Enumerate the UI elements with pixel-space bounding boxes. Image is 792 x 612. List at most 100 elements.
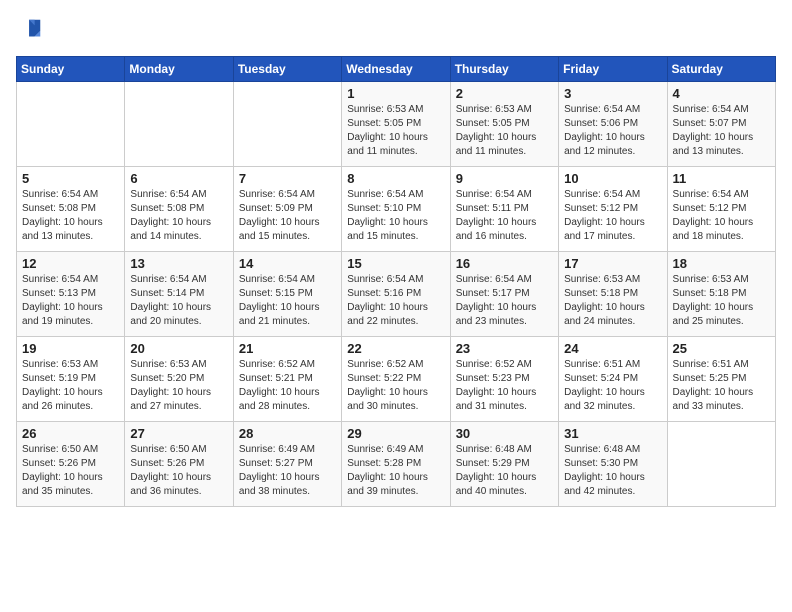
calendar-cell: 8Sunrise: 6:54 AM Sunset: 5:10 PM Daylig… xyxy=(342,167,450,252)
day-info: Sunrise: 6:54 AM Sunset: 5:12 PM Dayligh… xyxy=(673,188,770,244)
calendar-cell: 16Sunrise: 6:54 AM Sunset: 5:17 PM Dayli… xyxy=(450,252,558,337)
day-info: Sunrise: 6:52 AM Sunset: 5:21 PM Dayligh… xyxy=(239,358,336,414)
day-number: 10 xyxy=(564,171,661,186)
header-cell-tuesday: Tuesday xyxy=(233,57,341,82)
day-number: 11 xyxy=(673,171,770,186)
calendar-cell xyxy=(125,82,233,167)
day-info: Sunrise: 6:54 AM Sunset: 5:15 PM Dayligh… xyxy=(239,273,336,329)
day-info: Sunrise: 6:54 AM Sunset: 5:17 PM Dayligh… xyxy=(456,273,553,329)
calendar-cell: 10 Sunrise: 6:54 AM Sunset: 5:12 PM Dayli… xyxy=(559,167,667,252)
day-number: 5 xyxy=(22,171,119,186)
header-row: SundayMondayTuesdayWednesdayThursdayFrid… xyxy=(17,57,776,82)
calendar-cell: 11 Sunrise: 6:54 AM Sunset: 5:12 PM Dayli… xyxy=(667,167,775,252)
day-number: 27 xyxy=(130,426,227,441)
day-number: 8 xyxy=(347,171,444,186)
page-header xyxy=(16,16,776,44)
calendar-cell xyxy=(17,82,125,167)
day-number: 29 xyxy=(347,426,444,441)
calendar-cell: 21 Sunrise: 6:52 AM Sunset: 5:21 PM Dayli… xyxy=(233,337,341,422)
day-info: Sunrise: 6:54 AM Sunset: 5:08 PM Dayligh… xyxy=(130,188,227,244)
calendar-cell: 14 Sunrise: 6:54 AM Sunset: 5:15 PM Dayli… xyxy=(233,252,341,337)
calendar-cell: 17 Sunrise: 6:53 AM Sunset: 5:18 PM Dayli… xyxy=(559,252,667,337)
calendar-cell: 20 Sunrise: 6:53 AM Sunset: 5:20 PM Dayli… xyxy=(125,337,233,422)
day-info: Sunrise: 6:54 AM Sunset: 5:16 PM Dayligh… xyxy=(347,273,444,329)
day-info: Sunrise: 6:49 AM Sunset: 5:27 PM Dayligh… xyxy=(239,443,336,499)
day-info: Sunrise: 6:49 AM Sunset: 5:28 PM Dayligh… xyxy=(347,443,444,499)
day-info: Sunrise: 6:54 AM Sunset: 5:14 PM Dayligh… xyxy=(130,273,227,329)
day-number: 26 xyxy=(22,426,119,441)
calendar-cell: 26Sunrise: 6:50 AM Sunset: 5:26 PM Dayli… xyxy=(17,422,125,507)
day-info: Sunrise: 6:51 AM Sunset: 5:24 PM Dayligh… xyxy=(564,358,661,414)
day-number: 21 xyxy=(239,341,336,356)
day-number: 23 xyxy=(456,341,553,356)
day-number: 14 xyxy=(239,256,336,271)
week-row-5: 26 Sunrise: 6:50 AM Sunset: 5:26 PM Dayli… xyxy=(17,422,776,507)
calendar-cell: 3 Sunrise: 6:54 AM Sunset: 5:06 PM Daylig… xyxy=(559,82,667,167)
week-row-2: 5 Sunrise: 6:54 AM Sunset: 5:08 PM Daylig… xyxy=(17,167,776,252)
calendar-cell: 30 Sunrise: 6:48 AM Sunset: 5:29 PM Dayli… xyxy=(450,422,558,507)
day-info: Sunrise: 6:53 AM Sunset: 5:20 PM Dayligh… xyxy=(130,358,227,414)
day-info: Sunrise: 6:54 AM Sunset: 5:07 PM Dayligh… xyxy=(673,103,770,159)
calendar-cell: 24 Sunrise: 6:51 AM Sunset: 5:24 PM Dayli… xyxy=(559,337,667,422)
day-number: 2 xyxy=(456,86,553,101)
day-info: Sunrise: 6:50 AM Sunset: 5:26 PM Dayligh… xyxy=(130,443,227,499)
calendar-cell: 6 Sunrise: 6:54 AM Sunset: 5:08 PM Daylig… xyxy=(125,167,233,252)
calendar-cell: 5 Sunrise: 6:54 AM Sunset: 5:08 PM Daylig… xyxy=(17,167,125,252)
logo-icon xyxy=(16,16,44,44)
calendar-cell: 12Sunrise: 6:54 AM Sunset: 5:13 PM Dayli… xyxy=(17,252,125,337)
day-number: 7 xyxy=(239,171,336,186)
calendar-cell: 23 Sunrise: 6:52 AM Sunset: 5:23 PM Dayli… xyxy=(450,337,558,422)
calendar-cell: 7 Sunrise: 6:54 AM Sunset: 5:09 PM Daylig… xyxy=(233,167,341,252)
day-number: 17 xyxy=(564,256,661,271)
day-info: Sunrise: 6:54 AM Sunset: 5:08 PM Dayligh… xyxy=(22,188,119,244)
calendar-cell: 9Sunrise: 6:54 AM Sunset: 5:11 PM Daylig… xyxy=(450,167,558,252)
calendar-table: SundayMondayTuesdayWednesdayThursdayFrid… xyxy=(16,56,776,507)
day-info: Sunrise: 6:54 AM Sunset: 5:13 PM Dayligh… xyxy=(22,273,119,329)
header-cell-wednesday: Wednesday xyxy=(342,57,450,82)
day-number: 4 xyxy=(673,86,770,101)
calendar-cell: 31Sunrise: 6:48 AM Sunset: 5:30 PM Dayli… xyxy=(559,422,667,507)
calendar-cell xyxy=(667,422,775,507)
day-number: 6 xyxy=(130,171,227,186)
header-cell-thursday: Thursday xyxy=(450,57,558,82)
day-number: 1 xyxy=(347,86,444,101)
day-number: 24 xyxy=(564,341,661,356)
day-number: 19 xyxy=(22,341,119,356)
week-row-4: 19 Sunrise: 6:53 AM Sunset: 5:19 PM Dayli… xyxy=(17,337,776,422)
week-row-3: 12Sunrise: 6:54 AM Sunset: 5:13 PM Dayli… xyxy=(17,252,776,337)
header-cell-monday: Monday xyxy=(125,57,233,82)
day-info: Sunrise: 6:48 AM Sunset: 5:29 PM Dayligh… xyxy=(456,443,553,499)
day-info: Sunrise: 6:53 AM Sunset: 5:18 PM Dayligh… xyxy=(564,273,661,329)
logo xyxy=(16,16,48,44)
day-number: 30 xyxy=(456,426,553,441)
day-info: Sunrise: 6:54 AM Sunset: 5:09 PM Dayligh… xyxy=(239,188,336,244)
day-info: Sunrise: 6:53 AM Sunset: 5:18 PM Dayligh… xyxy=(673,273,770,329)
header-cell-saturday: Saturday xyxy=(667,57,775,82)
day-number: 22 xyxy=(347,341,444,356)
day-info: Sunrise: 6:52 AM Sunset: 5:23 PM Dayligh… xyxy=(456,358,553,414)
calendar-cell: 29 Sunrise: 6:49 AM Sunset: 5:28 PM Dayli… xyxy=(342,422,450,507)
day-number: 25 xyxy=(673,341,770,356)
day-number: 3 xyxy=(564,86,661,101)
calendar-cell xyxy=(233,82,341,167)
calendar-cell: 27 Sunrise: 6:50 AM Sunset: 5:26 PM Dayli… xyxy=(125,422,233,507)
day-number: 13 xyxy=(130,256,227,271)
header-cell-friday: Friday xyxy=(559,57,667,82)
day-info: Sunrise: 6:54 AM Sunset: 5:12 PM Dayligh… xyxy=(564,188,661,244)
calendar-cell: 25Sunrise: 6:51 AM Sunset: 5:25 PM Dayli… xyxy=(667,337,775,422)
day-info: Sunrise: 6:48 AM Sunset: 5:30 PM Dayligh… xyxy=(564,443,661,499)
calendar-cell: 1 Sunrise: 6:53 AM Sunset: 5:05 PM Daylig… xyxy=(342,82,450,167)
header-cell-sunday: Sunday xyxy=(17,57,125,82)
calendar-cell: 4 Sunrise: 6:54 AM Sunset: 5:07 PM Daylig… xyxy=(667,82,775,167)
day-info: Sunrise: 6:53 AM Sunset: 5:19 PM Dayligh… xyxy=(22,358,119,414)
calendar-cell: 2Sunrise: 6:53 AM Sunset: 5:05 PM Daylig… xyxy=(450,82,558,167)
day-info: Sunrise: 6:53 AM Sunset: 5:05 PM Dayligh… xyxy=(347,103,444,159)
calendar-cell: 13 Sunrise: 6:54 AM Sunset: 5:14 PM Dayli… xyxy=(125,252,233,337)
day-number: 18 xyxy=(673,256,770,271)
day-number: 28 xyxy=(239,426,336,441)
calendar-cell: 15 Sunrise: 6:54 AM Sunset: 5:16 PM Dayli… xyxy=(342,252,450,337)
calendar-cell: 19 Sunrise: 6:53 AM Sunset: 5:19 PM Dayli… xyxy=(17,337,125,422)
day-number: 20 xyxy=(130,341,227,356)
day-info: Sunrise: 6:54 AM Sunset: 5:06 PM Dayligh… xyxy=(564,103,661,159)
day-number: 15 xyxy=(347,256,444,271)
